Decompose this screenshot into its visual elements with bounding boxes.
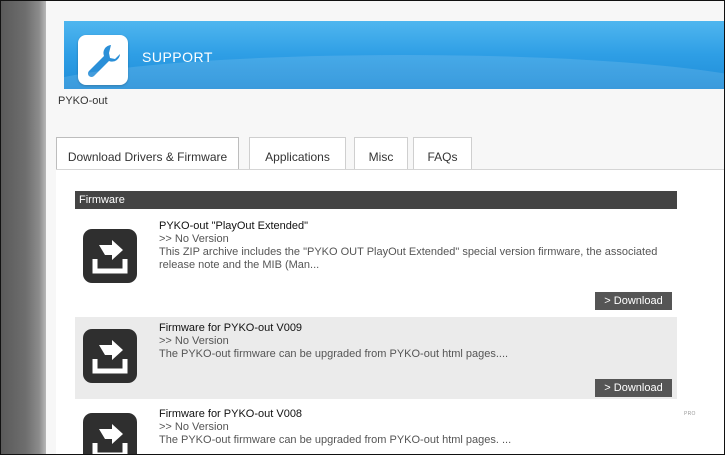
item-title[interactable]: PYKO-out "PlayOut Extended" [159, 220, 308, 232]
support-banner: SUPPORT [64, 21, 724, 89]
item-description: The PYKO-out firmware can be upgraded fr… [159, 348, 509, 360]
tab-applications[interactable]: Applications [249, 137, 346, 169]
page-title: SUPPORT [142, 49, 213, 65]
wrench-icon [78, 35, 128, 85]
item-description: This ZIP archive includes the "PYKO OUT … [159, 246, 658, 271]
breadcrumb[interactable]: PYKO-out [58, 95, 108, 107]
right-column-text: PRO [684, 411, 696, 417]
tab-misc[interactable]: Misc [354, 137, 408, 169]
browser-viewport: SUPPORT PYKO-out Download Drivers & Firm… [0, 0, 725, 455]
item-title[interactable]: Firmware for PYKO-out V009 [159, 322, 302, 334]
download-icon[interactable] [83, 413, 137, 454]
left-sidebar-rail [1, 1, 46, 454]
section-header-firmware: Firmware [75, 191, 677, 209]
tab-faqs[interactable]: FAQs [413, 137, 472, 169]
item-version: >> No Version [159, 335, 229, 347]
tab-download-drivers-firmware[interactable]: Download Drivers & Firmware [56, 137, 239, 170]
support-page: SUPPORT PYKO-out Download Drivers & Firm… [46, 1, 724, 454]
item-version: >> No Version [159, 421, 229, 433]
download-button[interactable]: > Download [595, 292, 672, 310]
item-title[interactable]: Firmware for PYKO-out V008 [159, 408, 302, 420]
item-description: The PYKO-out firmware can be upgraded fr… [159, 434, 512, 446]
download-icon[interactable] [83, 229, 137, 283]
list-item: Firmware for PYKO-out V008 >> No Version… [75, 401, 677, 454]
download-icon[interactable] [83, 329, 137, 383]
item-version: >> No Version [159, 233, 229, 245]
list-item: PYKO-out "PlayOut Extended" >> No Versio… [75, 209, 677, 312]
download-button[interactable]: > Download [595, 379, 672, 397]
list-item: Firmware for PYKO-out V009 >> No Version… [75, 317, 677, 399]
